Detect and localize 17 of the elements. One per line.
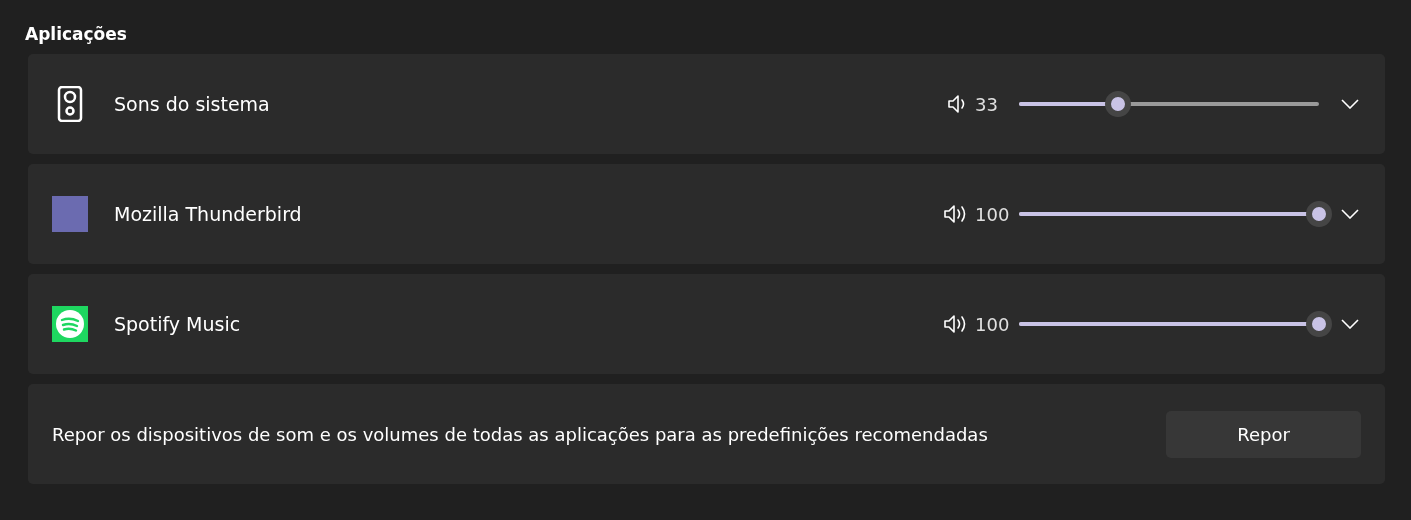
chevron-down-icon[interactable]: [1341, 209, 1359, 219]
chevron-down-icon[interactable]: [1341, 319, 1359, 329]
slider-thumb[interactable]: [1105, 91, 1131, 117]
reset-description: Repor os dispositivos de som e os volumes de todas as aplicações para as predefinições recomendadas: [52, 423, 989, 445]
slider-thumb[interactable]: [1306, 201, 1332, 227]
volume-value: 100: [975, 313, 1011, 335]
spotify-icon: [52, 306, 88, 342]
section-title: Aplicações: [25, 24, 128, 44]
reset-button[interactable]: Repor: [1166, 410, 1361, 458]
app-tile-icon: [52, 196, 88, 232]
slider-thumb[interactable]: [1306, 311, 1332, 337]
app-name: Sons do sistema: [114, 93, 271, 115]
app-name: Spotify Music: [114, 313, 242, 335]
volume-value: 100: [975, 203, 1011, 225]
app-name: Mozilla Thunderbird: [114, 203, 303, 225]
volume-value: 33: [975, 93, 999, 115]
chevron-down-icon[interactable]: [1341, 99, 1359, 109]
